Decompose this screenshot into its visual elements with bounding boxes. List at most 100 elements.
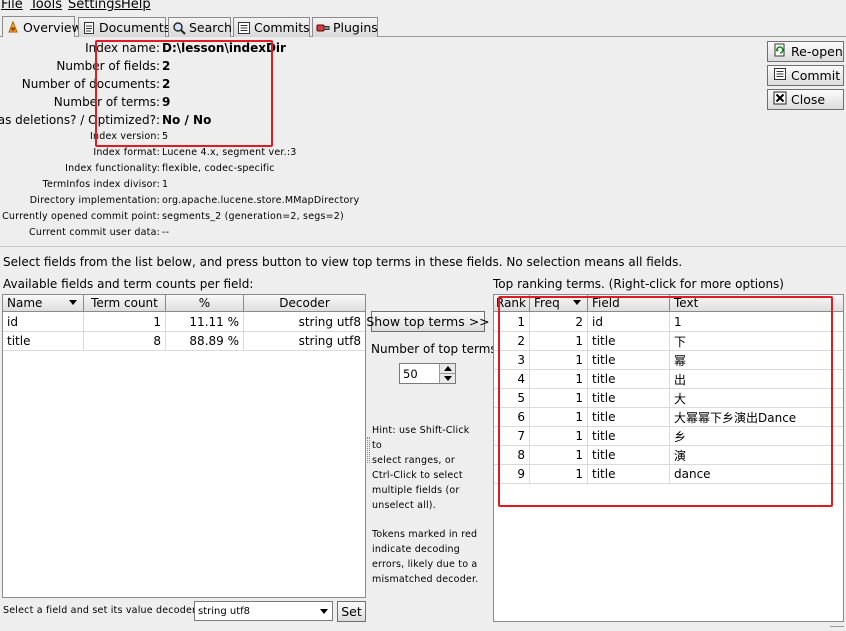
hint-line: Ctrl-Click to select — [372, 470, 463, 481]
table-row[interactable]: 7 1 title 乡 — [494, 427, 843, 446]
tab-search[interactable]: Search — [168, 17, 232, 37]
field-cell: title — [588, 408, 670, 427]
field-cell: title — [588, 427, 670, 446]
tab-documents[interactable]: Documents — [78, 17, 170, 37]
rank-cell: 9 — [494, 465, 530, 484]
table-row[interactable]: 1 2 id 1 — [494, 313, 843, 332]
percent-cell: 88.89 % — [166, 332, 244, 351]
index-version-label: Index version: — [90, 131, 160, 142]
commit-button[interactable]: Commit — [767, 65, 844, 86]
table-row[interactable]: 3 1 title 幂 — [494, 351, 843, 370]
column-decoder-label: Decoder — [279, 296, 330, 310]
freq-cell: 1 — [530, 332, 588, 351]
text-cell: 大 — [670, 389, 843, 408]
sort-desc-icon — [69, 300, 77, 305]
text-cell: 演 — [670, 446, 843, 465]
column-percent[interactable]: % — [166, 295, 244, 312]
index-version-value: 5 — [162, 131, 169, 142]
directory-impl-label: Directory implementation: — [29, 195, 160, 206]
top-terms-header: Rank Freq Field Text — [494, 295, 843, 312]
freq-cell: 1 — [530, 351, 588, 370]
splitter-handle[interactable] — [367, 437, 370, 463]
menu-help[interactable]: Help — [121, 0, 151, 12]
tokens-line: Tokens marked in red — [372, 529, 478, 540]
reopen-button[interactable]: Re-open — [767, 41, 844, 62]
tab-commits[interactable]: Commits — [233, 17, 310, 37]
text-cell: 下 — [670, 332, 843, 351]
instruction-text: Select fields from the list below, and p… — [3, 255, 683, 269]
tab-plugins[interactable]: Plugins — [312, 17, 378, 37]
decoder-cell: string utf8 — [244, 332, 365, 351]
document-icon — [82, 21, 96, 35]
column-field-label: Field — [592, 296, 620, 310]
table-row[interactable]: 8 1 title 演 — [494, 446, 843, 465]
menu-settings[interactable]: Settings — [68, 0, 121, 12]
commit-list-icon — [237, 21, 251, 35]
decoder-cell: string utf8 — [244, 313, 365, 332]
set-decoder-button[interactable]: Set — [337, 601, 366, 622]
menu-file[interactable]: File — [1, 0, 23, 12]
column-freq-label: Freq — [534, 296, 560, 310]
menu-tools[interactable]: Tools — [30, 0, 62, 12]
table-row[interactable]: id 1 11.11 % string utf8 — [3, 313, 365, 332]
field-cell: title — [588, 370, 670, 389]
field-cell: title — [588, 446, 670, 465]
table-row[interactable]: title 8 88.89 % string utf8 — [3, 332, 365, 351]
menubar: File Tools Settings Help — [0, 0, 846, 12]
table-row[interactable]: 5 1 title 大 — [494, 389, 843, 408]
fields-table[interactable]: Name Term count % Decoder id 1 11.11 % s… — [2, 294, 366, 598]
reopen-icon — [773, 43, 787, 60]
column-decoder[interactable]: Decoder — [244, 295, 365, 312]
spinner-up-button[interactable] — [439, 364, 455, 374]
show-top-terms-button[interactable]: Show top terms >> — [366, 311, 490, 332]
column-rank-label: Rank — [496, 296, 526, 310]
table-row[interactable]: 9 1 title dance — [494, 465, 843, 484]
column-field[interactable]: Field — [588, 295, 670, 312]
table-row[interactable]: 4 1 title 出 — [494, 370, 843, 389]
commit-label: Commit — [791, 68, 841, 83]
column-text-label: Text — [674, 296, 699, 310]
num-docs-value: 2 — [162, 77, 171, 91]
column-freq[interactable]: Freq — [530, 295, 588, 312]
index-format-value: Lucene 4.x, segment ver.:3 — [162, 147, 297, 158]
commit-point-label: Currently opened commit point: — [2, 211, 160, 222]
num-terms-label: Number of terms: — [53, 95, 160, 109]
column-term-count-label: Term count — [91, 296, 158, 310]
column-term-count[interactable]: Term count — [84, 295, 166, 312]
num-top-terms-spinner[interactable]: 50 — [399, 363, 456, 384]
freq-cell: 1 — [530, 446, 588, 465]
freq-cell: 1 — [530, 408, 588, 427]
column-rank[interactable]: Rank — [494, 295, 530, 312]
rank-cell: 2 — [494, 332, 530, 351]
column-name[interactable]: Name — [3, 295, 84, 312]
freq-cell: 1 — [530, 370, 588, 389]
close-icon — [773, 91, 787, 108]
column-text[interactable]: Text — [670, 295, 843, 312]
text-cell: 1 — [670, 313, 843, 332]
rank-cell: 4 — [494, 370, 530, 389]
deletions-value: No / No — [162, 113, 212, 127]
tab-overview[interactable]: Overview — [2, 16, 82, 37]
top-terms-table[interactable]: Rank Freq Field Text 1 2 id 1 2 1 title 下 3 1 titl… — [493, 294, 844, 622]
hint-line: select ranges, or — [372, 455, 455, 466]
num-top-terms-value: 50 — [403, 367, 418, 381]
spinner-down-button[interactable] — [439, 374, 455, 383]
tokens-line: mismatched decoder. — [372, 574, 479, 585]
directory-impl-value: org.apache.lucene.store.MMapDirectory — [162, 195, 360, 206]
deletions-label: Has deletions? / Optimized?: — [0, 113, 160, 127]
close-button[interactable]: Close — [767, 89, 844, 110]
arrow-down-icon — [443, 376, 452, 381]
index-name-value: D:\lesson\indexDir — [162, 41, 286, 55]
table-row[interactable]: 6 1 title 大幂幂下乡演出Dance — [494, 408, 843, 427]
table-row[interactable]: 2 1 title 下 — [494, 332, 843, 351]
field-name-cell: title — [3, 332, 84, 351]
tokens-line: errors, likely due to a — [372, 559, 478, 570]
text-cell: 出 — [670, 370, 843, 389]
freq-cell: 1 — [530, 389, 588, 408]
hint-line: unselect all). — [372, 500, 436, 511]
tokens-line: indicate decoding — [372, 544, 460, 555]
resize-grip[interactable] — [830, 626, 844, 630]
field-cell: id — [588, 313, 670, 332]
decoder-select[interactable]: string utf8 — [194, 601, 333, 621]
top-terms-title: Top ranking terms. (Right-click for more… — [493, 277, 784, 291]
